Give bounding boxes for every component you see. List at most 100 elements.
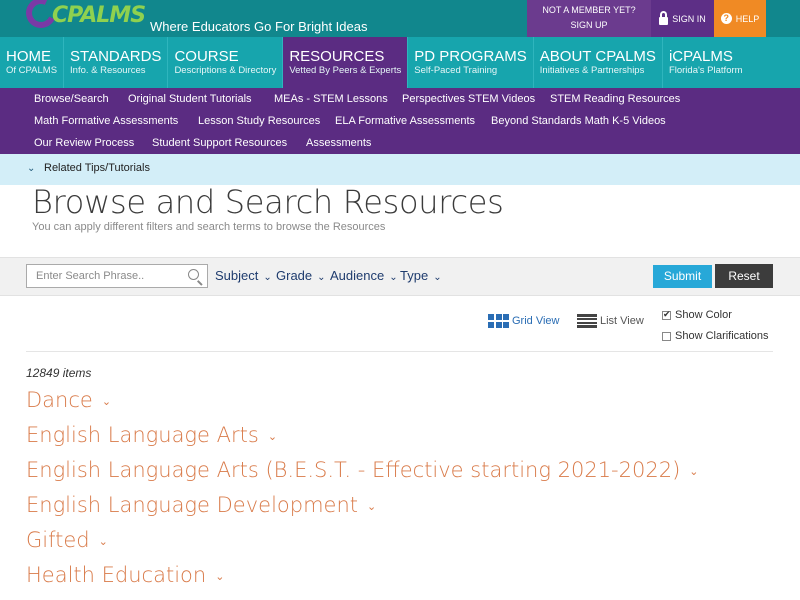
subject-label: English Language Arts (B.E.S.T. - Effect…	[26, 458, 681, 482]
show-clarifications-option[interactable]: Show Clarifications	[662, 330, 769, 342]
subnav-perspectives[interactable]: Perspectives STEM Videos	[402, 88, 535, 110]
show-color-checkbox[interactable]	[662, 309, 671, 320]
subject-item[interactable]: English Language Development ⌄	[26, 493, 376, 517]
subnav-ela-formative[interactable]: ELA Formative Assessments	[335, 110, 475, 132]
nav-resources[interactable]: RESOURCES Vetted By Peers & Experts	[283, 37, 409, 88]
help-label: HELP	[735, 13, 760, 24]
chevron-down-icon: ⌄	[317, 272, 326, 283]
grid-icon	[488, 314, 509, 328]
subnav-row: Math Formative Assessments Lesson Study …	[0, 110, 800, 132]
audience-dropdown[interactable]: Audience ⌄	[330, 268, 398, 283]
type-label: Type	[400, 268, 429, 283]
related-tips-label: Related Tips/Tutorials	[44, 162, 150, 174]
chevron-down-icon: ⌄	[433, 272, 442, 283]
page-subtitle: You can apply different filters and sear…	[32, 221, 386, 233]
nav-about[interactable]: ABOUT CPALMS Initiatives & Partnerships	[534, 37, 663, 88]
subject-label: English Language Arts	[26, 423, 259, 447]
nav-title: ABOUT CPALMS	[539, 48, 656, 65]
subnav-assessments[interactable]: Assessments	[306, 132, 371, 154]
tagline: Where Educators Go For Bright Ideas	[150, 19, 368, 34]
logo-text: CPALMS	[52, 3, 146, 28]
divider	[26, 351, 773, 352]
subject-label: English Language Development	[26, 493, 359, 517]
chevron-down-icon: ⌄	[215, 569, 225, 583]
nav-subtitle: Self-Paced Training	[414, 65, 498, 76]
page-title: Browse and Search Resources	[32, 183, 504, 221]
filter-bar: Subject⌄ Grade⌄ Audience⌄ Type⌄ Submit R…	[0, 257, 800, 296]
grade-label: Grade	[276, 268, 313, 283]
nav-title: COURSE	[174, 48, 239, 65]
nav-subtitle: Info. & Resources	[70, 65, 146, 76]
subnav-math-formative[interactable]: Math Formative Assessments	[34, 110, 178, 132]
related-tips-bar[interactable]: ⌄ Related Tips/Tutorials	[0, 154, 800, 185]
audience-label: Audience	[330, 268, 385, 283]
chevron-down-icon: ⌄	[98, 534, 108, 548]
show-clarifications-checkbox[interactable]	[662, 331, 671, 341]
chevron-down-icon: ⌄	[689, 464, 699, 478]
nav-pd-programs[interactable]: PD PROGRAMS Self-Paced Training	[408, 37, 534, 88]
nav-icpalms[interactable]: iCPALMS Florida's Platform	[663, 37, 749, 88]
top-header: CPALMS Where Educators Go For Bright Ide…	[0, 0, 800, 37]
nav-subtitle: Of CPALMS	[6, 65, 58, 76]
chevron-down-icon: ⌄	[263, 272, 272, 283]
signup-button[interactable]: NOT A MEMBER YET? SIGN UP	[527, 0, 651, 37]
subnav-student-support[interactable]: Student Support Resources	[152, 132, 287, 154]
subject-item[interactable]: Health Education ⌄	[26, 563, 224, 587]
search-box	[26, 264, 208, 288]
signin-label: SIGN IN	[672, 13, 706, 24]
nav-title: PD PROGRAMS	[414, 48, 527, 65]
resources-subnav: Browse/Search Original Student Tutorials…	[0, 88, 800, 154]
chevron-down-icon: ⌄	[27, 163, 36, 174]
nav-title: RESOURCES	[289, 48, 385, 65]
show-color-option[interactable]: Show Color	[662, 309, 732, 321]
reset-button[interactable]: Reset	[715, 264, 773, 288]
signin-button[interactable]: SIGN IN	[651, 0, 714, 37]
nav-title: STANDARDS	[70, 48, 162, 65]
nav-title: HOME	[6, 48, 51, 65]
subnav-lesson-study[interactable]: Lesson Study Resources	[198, 110, 320, 132]
subnav-stem-reading[interactable]: STEM Reading Resources	[550, 88, 680, 110]
subject-label: Dance	[26, 388, 93, 412]
nav-course[interactable]: COURSE Descriptions & Directory	[168, 37, 284, 88]
nav-subtitle: Vetted By Peers & Experts	[289, 65, 402, 76]
subnav-browse-search[interactable]: Browse/Search	[34, 88, 109, 110]
grade-dropdown[interactable]: Grade ⌄	[276, 268, 326, 283]
chevron-down-icon: ⌄	[101, 394, 112, 408]
search-input[interactable]	[27, 265, 182, 287]
subnav-review-process[interactable]: Our Review Process	[34, 132, 134, 154]
list-view-label: List View	[600, 315, 644, 327]
chevron-down-icon: ⌄	[389, 272, 398, 283]
nav-standards[interactable]: STANDARDS Info. & Resources	[64, 37, 169, 88]
subject-item[interactable]: Dance ⌄	[26, 388, 111, 412]
subnav-student-tutorials[interactable]: Original Student Tutorials	[128, 88, 252, 110]
help-button[interactable]: ? HELP	[714, 0, 766, 37]
show-color-label: Show Color	[675, 309, 732, 321]
subnav-meas[interactable]: MEAs - STEM Lessons	[274, 88, 388, 110]
result-count: 12849 items	[26, 366, 92, 380]
grid-view-toggle[interactable]: Grid View	[488, 314, 559, 328]
nav-home[interactable]: HOME Of CPALMS	[0, 37, 65, 88]
question-icon: ?	[720, 13, 732, 24]
nav-subtitle: Initiatives & Partnerships	[539, 65, 645, 76]
search-icon[interactable]	[188, 269, 199, 280]
member-prompt: NOT A MEMBER YET?	[542, 5, 636, 15]
nav-title: iCPALMS	[668, 48, 733, 65]
chevron-down-icon: ⌄	[267, 429, 278, 443]
list-view-toggle[interactable]: List View	[577, 314, 644, 328]
subnav-row: Our Review Process Student Support Resou…	[0, 132, 800, 154]
subject-item[interactable]: English Language Arts (B.E.S.T. - Effect…	[26, 458, 699, 482]
subject-dropdown[interactable]: Subject ⌄	[215, 268, 272, 283]
subject-item[interactable]: Gifted ⌄	[26, 528, 108, 552]
main-nav: HOME Of CPALMS STANDARDS Info. & Resourc…	[0, 37, 800, 88]
subnav-row: Browse/Search Original Student Tutorials…	[0, 88, 800, 110]
subject-label: Subject	[215, 268, 259, 283]
nav-subtitle: Descriptions & Directory	[174, 65, 277, 76]
nav-subtitle: Florida's Platform	[668, 65, 743, 76]
show-clarifications-label: Show Clarifications	[675, 330, 769, 342]
list-icon	[577, 314, 597, 328]
subnav-beyond-standards[interactable]: Beyond Standards Math K-5 Videos	[491, 110, 666, 132]
type-dropdown[interactable]: Type ⌄	[400, 268, 442, 283]
subject-label: Health Education	[26, 563, 207, 587]
subject-item[interactable]: English Language Arts ⌄	[26, 423, 277, 447]
submit-button[interactable]: Submit	[653, 265, 712, 288]
